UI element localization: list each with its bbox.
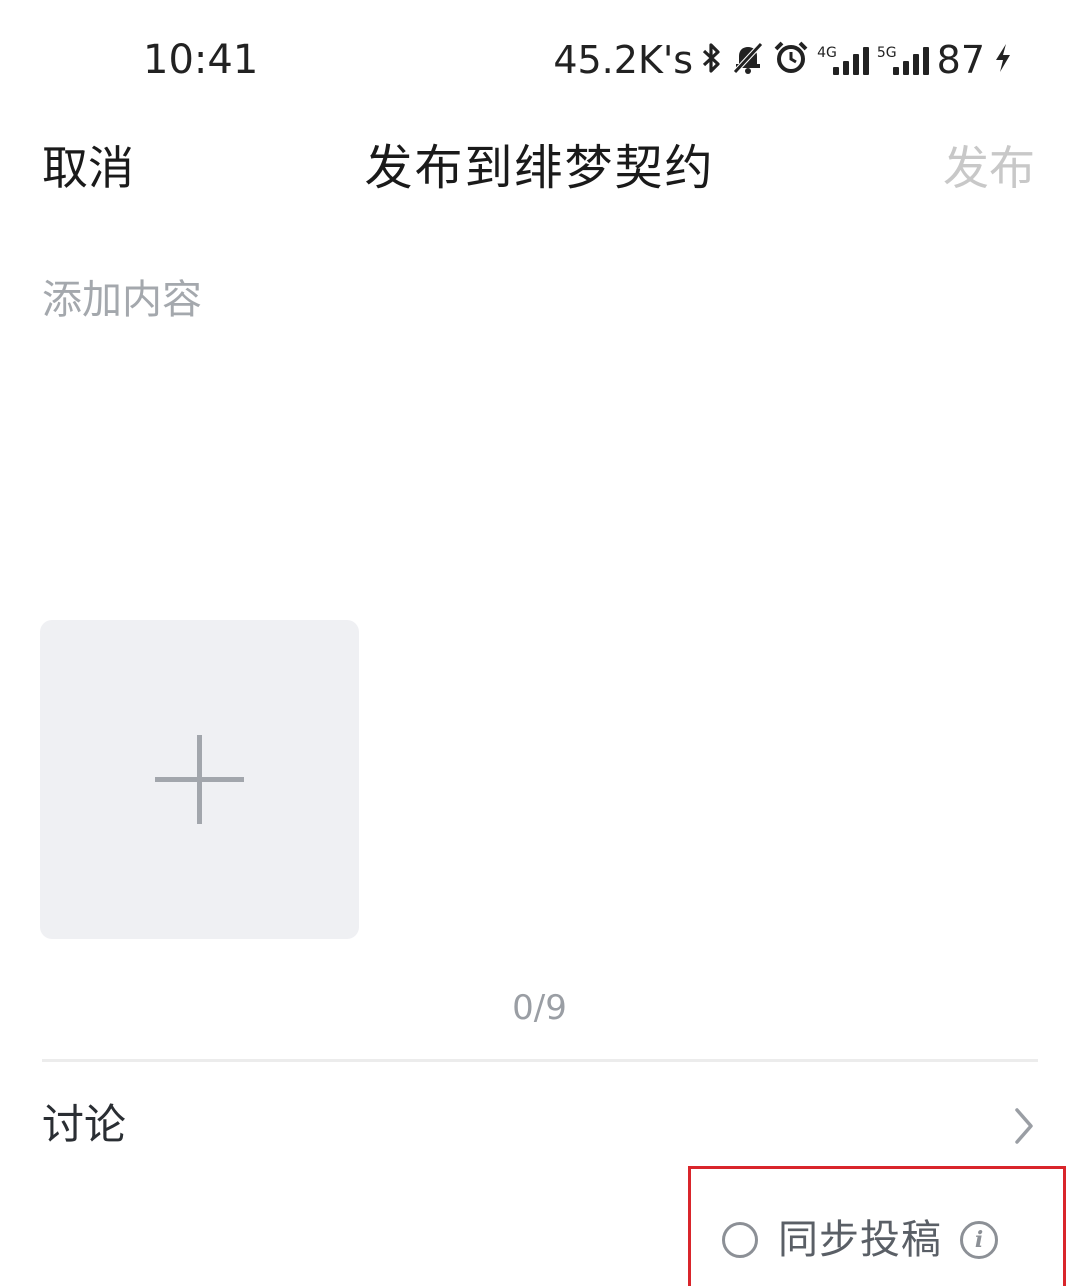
discussion-row[interactable]: 讨论: [0, 1080, 1079, 1170]
alarm-icon: [773, 40, 809, 80]
mute-bell-icon: [731, 41, 765, 79]
radio-unchecked-icon[interactable]: [722, 1222, 758, 1258]
net-tag-5g: 5G: [876, 45, 897, 61]
status-icons: 45.2K's 4G 5G 87: [553, 36, 1013, 84]
sync-submission-option[interactable]: 同步投稿 i: [720, 1212, 998, 1268]
status-time: 10:41: [143, 37, 259, 83]
header: 取消 发布到绯梦契约 发布: [0, 120, 1079, 220]
page-title: 发布到绯梦契约: [364, 140, 715, 196]
image-count: 0/9: [512, 988, 567, 1028]
battery-level: 87: [936, 38, 985, 82]
signal-4g-icon: 4G: [817, 45, 869, 75]
publish-button[interactable]: 发布: [943, 140, 1035, 196]
info-icon[interactable]: i: [960, 1221, 998, 1259]
sync-submission-label: 同步投稿: [778, 1217, 942, 1263]
chevron-right-icon: [1007, 1106, 1039, 1146]
divider: [42, 1059, 1038, 1062]
bluetooth-icon: [701, 43, 723, 77]
signal-5g-icon: 5G: [877, 45, 929, 75]
status-bar: 10:41 45.2K's 4G 5G 87: [0, 0, 1079, 120]
plus-icon: [155, 735, 244, 824]
content-input[interactable]: [42, 270, 1037, 590]
add-image-button[interactable]: [40, 620, 359, 939]
discussion-label: 讨论: [42, 1100, 127, 1149]
charging-icon: [993, 42, 1013, 78]
network-speed: 45.2K's: [553, 38, 694, 82]
net-tag-4g: 4G: [817, 45, 837, 61]
